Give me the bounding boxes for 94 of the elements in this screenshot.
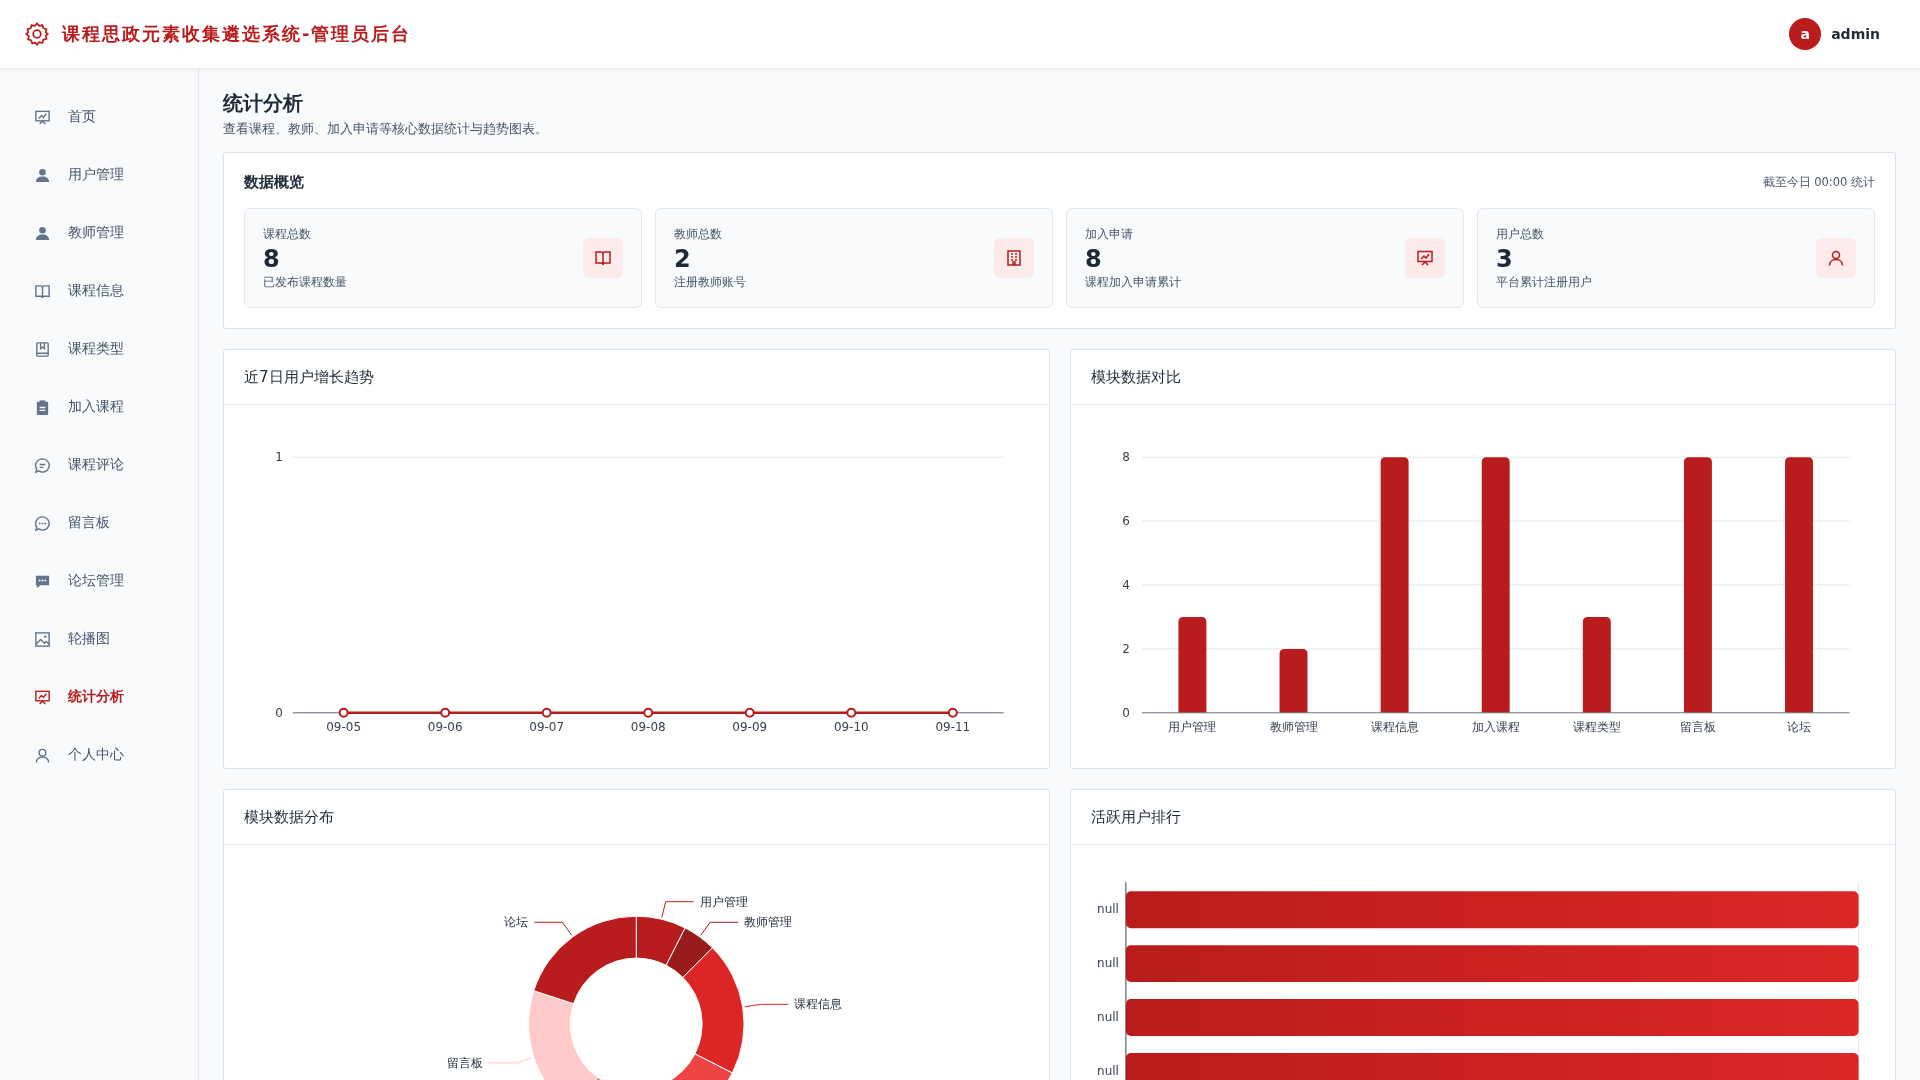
axis-label: 课程类型 (1572, 719, 1621, 734)
data-point (541, 707, 552, 718)
presentation-icon (34, 108, 51, 126)
leader-line (661, 901, 695, 918)
axis-label: 课程信息 (1370, 719, 1419, 734)
axis-label: 论坛 (1786, 719, 1811, 734)
sidebar-item[interactable]: 统计分析 (0, 668, 198, 726)
book-icon (583, 238, 623, 278)
image-icon (34, 630, 51, 648)
axis-label: 留言板 (1679, 719, 1716, 734)
stat-caption: 平台累计注册用户 (1496, 275, 1592, 291)
stat-caption: 注册教师账号 (674, 275, 746, 291)
axis-label: 09-11 (935, 719, 971, 734)
card-title: 模块数据分布 (244, 807, 334, 827)
sidebar-item[interactable]: 论坛管理 (0, 552, 198, 610)
user-outline-icon (34, 746, 51, 764)
stat-label: 用户总数 (1496, 225, 1545, 243)
sidebar-item[interactable]: 课程信息 (0, 262, 198, 320)
user-icon (34, 224, 51, 242)
axis-label: 09-08 (630, 719, 666, 734)
card-title: 近7日用户增长趋势 (244, 367, 374, 387)
stat-label: 教师总数 (674, 225, 723, 243)
presentation-icon (34, 688, 51, 706)
sidebar-item[interactable]: 课程评论 (0, 436, 198, 494)
row-label: null (1096, 902, 1119, 917)
data-point (846, 707, 857, 718)
user-name[interactable]: admin (1831, 26, 1880, 42)
building-icon (994, 238, 1034, 278)
sidebar-item[interactable]: 用户管理 (0, 146, 198, 204)
user-icon (1816, 238, 1856, 278)
chat-dots-icon (34, 514, 51, 532)
stat-label: 课程总数 (263, 225, 312, 243)
sidebar-item[interactable]: 留言板 (0, 494, 198, 552)
leader-line (744, 1003, 789, 1008)
stat-label: 加入申请 (1085, 225, 1134, 243)
slice-label: 课程信息 (794, 997, 843, 1012)
data-point (744, 707, 755, 718)
avatar[interactable]: a (1789, 18, 1822, 50)
axis-label: 09-05 (326, 719, 362, 734)
stat-value: 2 (674, 244, 692, 274)
chat-icon (34, 456, 51, 474)
axis-label: 用户管理 (1167, 719, 1216, 734)
card-title: 活跃用户排行 (1090, 807, 1181, 827)
stat-value: 3 (1496, 244, 1514, 274)
axis-label: 6 (1121, 514, 1130, 529)
slice-label: 教师管理 (744, 915, 793, 930)
axis-label: 09-07 (529, 719, 565, 734)
sidebar-item[interactable]: 教师管理 (0, 204, 198, 262)
row-label: null (1096, 1010, 1119, 1024)
stat-caption: 课程加入申请累计 (1085, 275, 1181, 291)
leader-line (533, 921, 573, 936)
presentation-icon (1405, 238, 1445, 278)
data-point (338, 707, 349, 718)
sidebar-item[interactable]: 加入课程 (0, 378, 198, 436)
page-subtitle: 查看课程、教师、加入申请等核心数据统计与趋势图表。 (223, 121, 549, 138)
axis-label: 8 (1121, 450, 1130, 465)
stats-note: 截至今日 00:00 统计 (1762, 175, 1875, 190)
leader-line (700, 921, 739, 936)
panel-title: 数据概览 (244, 173, 304, 192)
axis-label: 0 (1121, 705, 1130, 720)
user-icon (34, 166, 51, 184)
bookmark-book-icon (34, 340, 51, 358)
axis-label: 2 (1121, 641, 1130, 656)
sidebar-item[interactable]: 首页 (0, 88, 198, 146)
axis-label: 09-09 (732, 719, 768, 734)
data-point (643, 707, 654, 718)
axis-label: 09-10 (833, 719, 869, 734)
axis-label: 0 (275, 705, 283, 720)
leader-line (488, 1057, 533, 1064)
slice-label: 论坛 (504, 915, 529, 930)
bar (1279, 648, 1307, 713)
sidebar-item[interactable]: 轮播图 (0, 610, 198, 668)
clipboard-icon (34, 398, 51, 416)
row-label: null (1096, 1063, 1119, 1078)
slice-label: 用户管理 (699, 894, 748, 909)
axis-label: 1 (275, 450, 283, 465)
axis-label: 教师管理 (1269, 719, 1317, 734)
page-title: 统计分析 (223, 90, 304, 117)
axis-label: 09-06 (427, 719, 463, 734)
data-point (947, 707, 958, 718)
book-icon (34, 282, 51, 300)
settings-icon (24, 21, 50, 47)
stat-value: 8 (1085, 244, 1103, 274)
axis-label: 加入课程 (1471, 719, 1520, 734)
axis-label: 4 (1121, 578, 1130, 592)
card-title: 模块数据对比 (1090, 367, 1181, 387)
row-label: null (1096, 956, 1119, 971)
slice-label: 留言板 (446, 1055, 483, 1070)
stat-caption: 已发布课程数量 (263, 275, 347, 291)
app-title: 课程思政元素收集遴选系统-管理员后台 (62, 22, 412, 46)
data-point (440, 707, 451, 718)
sidebar-item[interactable]: 个人中心 (0, 726, 198, 784)
stat-value: 8 (263, 244, 281, 274)
sidebar-item[interactable]: 课程类型 (0, 320, 198, 378)
